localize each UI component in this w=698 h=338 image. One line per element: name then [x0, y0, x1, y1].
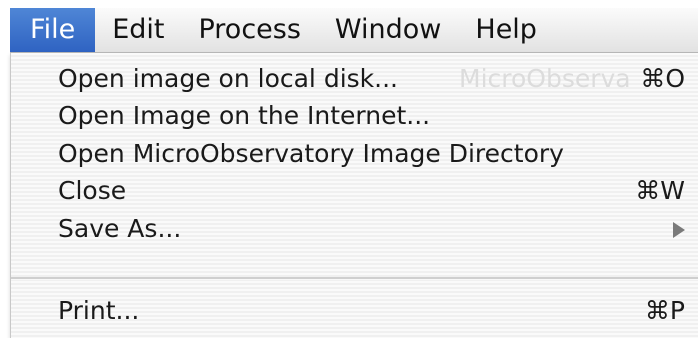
menu-bar: File Edit Process Window Help [10, 8, 698, 53]
menu-window[interactable]: Window [318, 8, 458, 52]
menu-item-open-directory[interactable]: Open MicroObservatory Image Directory [11, 136, 698, 172]
menu-file[interactable]: File [10, 8, 96, 52]
menu-item-open-local[interactable]: Open image on local disk... MicroObserva… [11, 61, 698, 97]
shortcut-label: ⌘O [640, 64, 685, 93]
shortcut-label: ⌘W [635, 176, 685, 205]
triangle-right-icon [673, 222, 685, 238]
file-dropdown-menu: Open image on local disk... MicroObserva… [10, 53, 698, 338]
background-window-text: MicroObserva [459, 64, 631, 93]
menu-item-print[interactable]: Print... ⌘P [11, 293, 698, 329]
menu-item-label: Open image on local disk... [58, 64, 398, 93]
menu-item-label: Close [58, 176, 127, 205]
shortcut-label: ⌘P [644, 296, 685, 325]
menu-item-close[interactable]: Close ⌘W [11, 173, 698, 209]
menu-item-save-as[interactable]: Save As... [11, 211, 698, 247]
menu-process[interactable]: Process [181, 8, 317, 52]
menu-item-label: Open Image on the Internet... [58, 101, 431, 130]
menu-item-label: Save As... [58, 214, 182, 243]
menu-edit[interactable]: Edit [95, 8, 181, 52]
menu-item-open-internet[interactable]: Open Image on the Internet... [11, 98, 698, 134]
menu-help[interactable]: Help [458, 8, 554, 52]
menu-item-label: Open MicroObservatory Image Directory [58, 139, 564, 168]
menu-item-label: Print... [58, 296, 140, 325]
menu-separator [11, 277, 698, 280]
screen: File Edit Process Window Help Open image… [0, 0, 698, 338]
